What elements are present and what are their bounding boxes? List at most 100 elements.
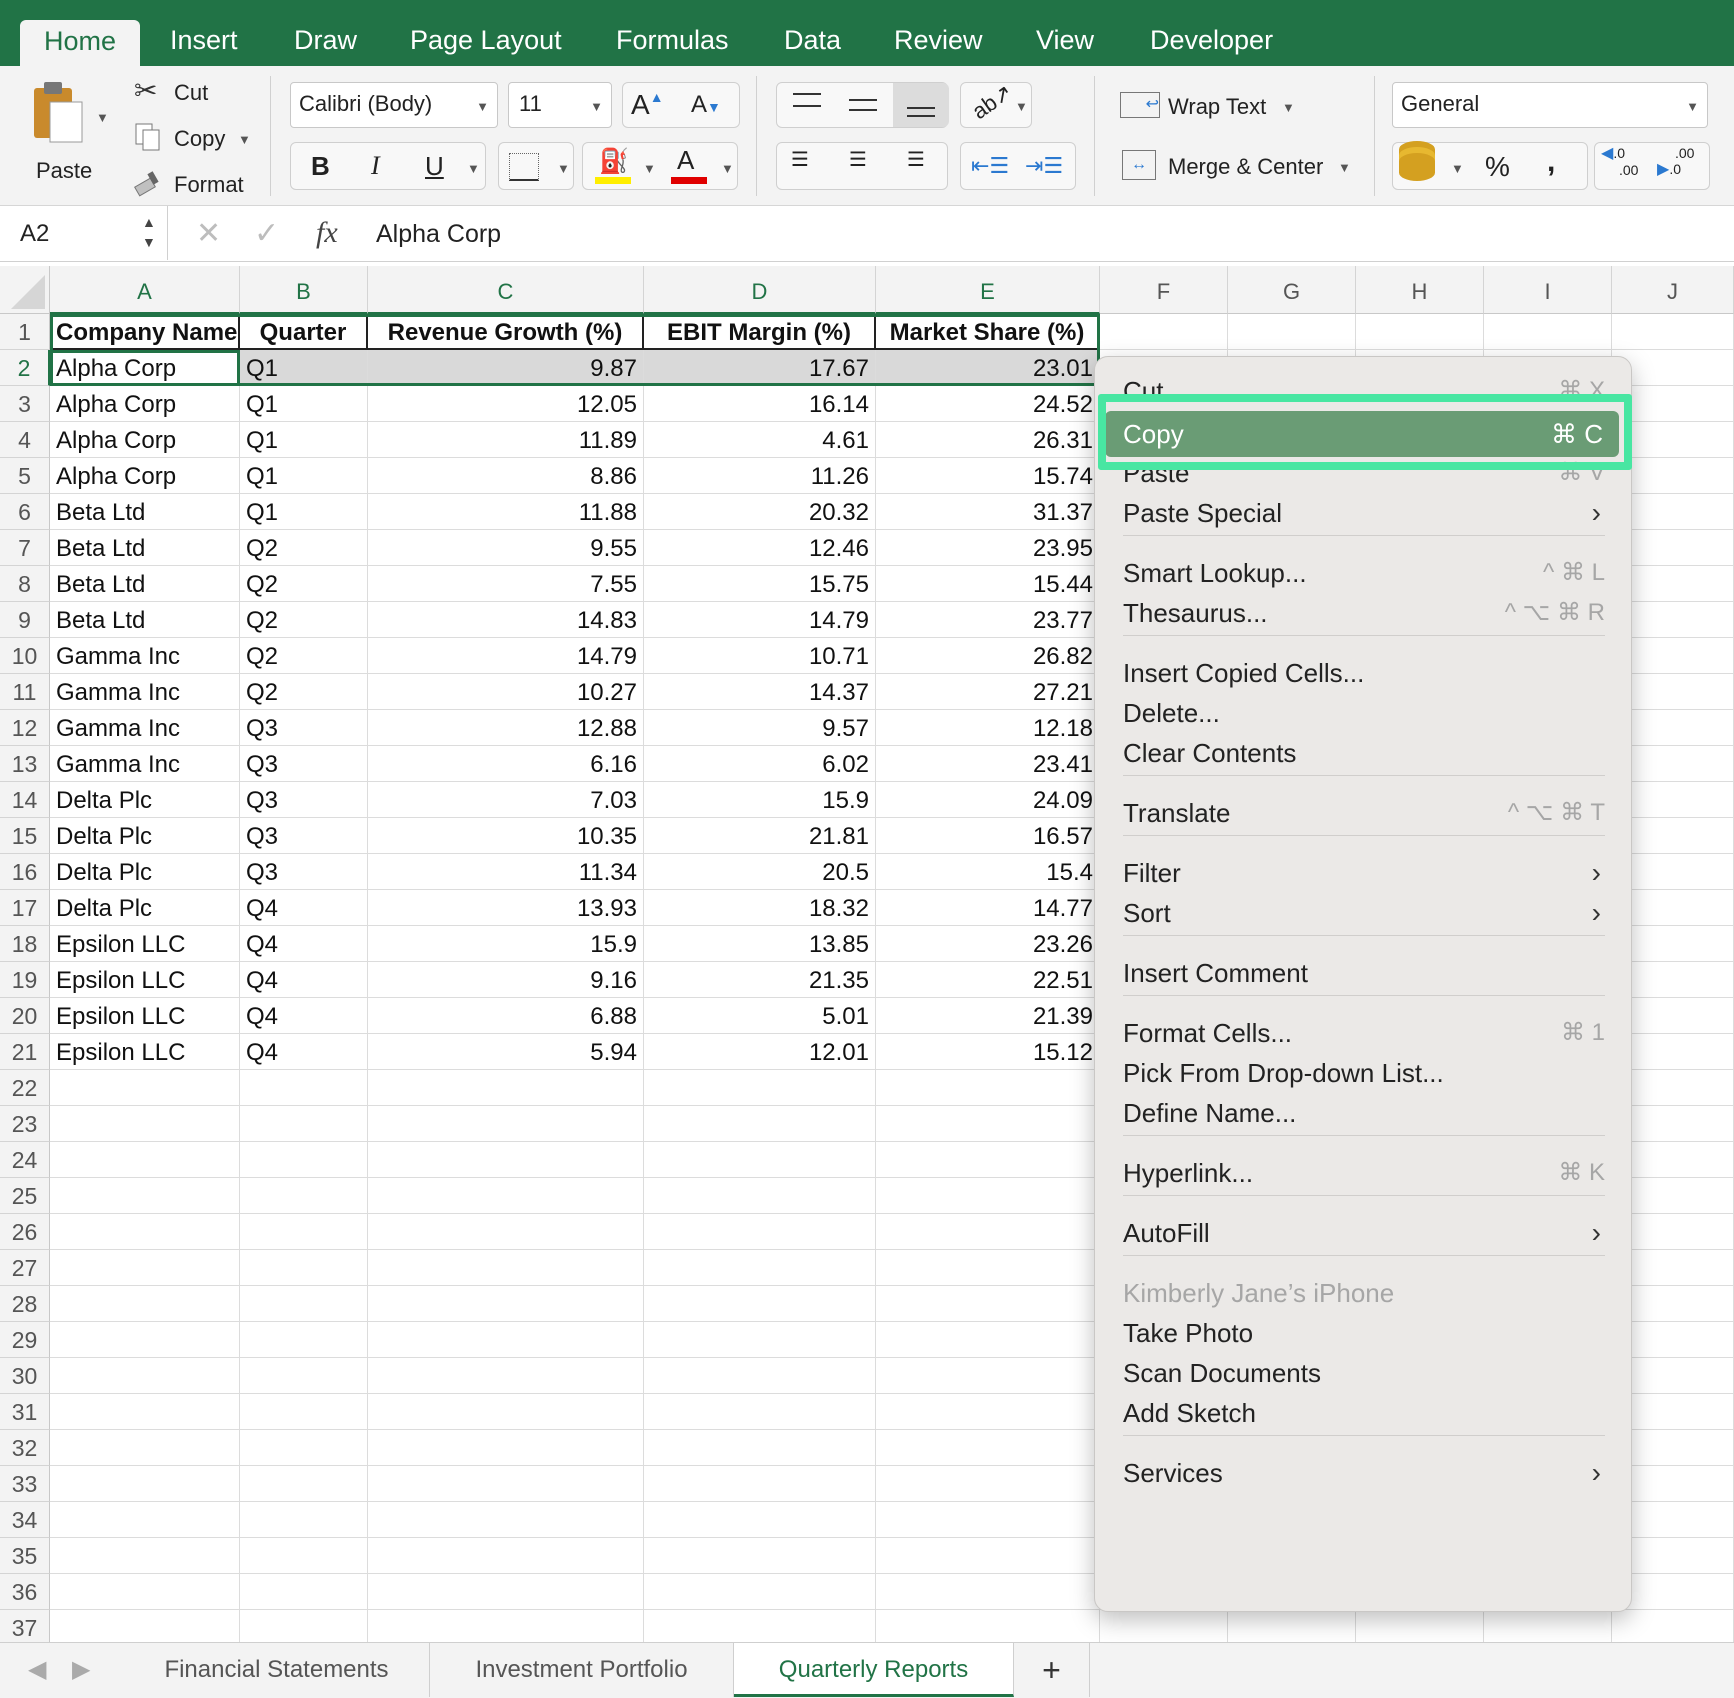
cell-c8[interactable]: 7.55 <box>368 566 644 602</box>
cell-c26[interactable] <box>368 1214 644 1250</box>
cell-d18[interactable]: 13.85 <box>644 926 876 962</box>
cell-c6[interactable]: 11.88 <box>368 494 644 530</box>
font-size-dropdown[interactable]: 11 ▼ <box>508 82 612 128</box>
sheet-tab-quarterly-reports[interactable]: Quarterly Reports <box>734 1643 1014 1697</box>
cell-d10[interactable]: 10.71 <box>644 638 876 674</box>
menu-item-define-name[interactable]: Define Name... <box>1123 1093 1605 1133</box>
cell-c4[interactable]: 11.89 <box>368 422 644 458</box>
align-right-button[interactable]: ☰ <box>907 150 925 170</box>
cell-e9[interactable]: 23.77 <box>876 602 1100 638</box>
cell-a31[interactable] <box>50 1394 240 1430</box>
row-header-12[interactable]: 12 <box>0 710 50 746</box>
name-box-stepper-icon[interactable]: ▲ ▼ <box>142 212 156 252</box>
menu-item-translate[interactable]: Translate ^ ⌥ ⌘ T <box>1123 793 1605 833</box>
row-header-35[interactable]: 35 <box>0 1538 50 1574</box>
cell-c15[interactable]: 10.35 <box>368 818 644 854</box>
cell-c13[interactable]: 6.16 <box>368 746 644 782</box>
row-header-8[interactable]: 8 <box>0 566 50 602</box>
cell-d21[interactable]: 12.01 <box>644 1034 876 1070</box>
cell-d5[interactable]: 11.26 <box>644 458 876 494</box>
cell-e32[interactable] <box>876 1430 1100 1466</box>
copy-button[interactable]: Copy ▼ <box>132 122 262 156</box>
cell-d11[interactable]: 14.37 <box>644 674 876 710</box>
cell-b24[interactable] <box>240 1142 368 1178</box>
cell-f37[interactable] <box>1100 1610 1228 1642</box>
cell-e13[interactable]: 23.41 <box>876 746 1100 782</box>
cell-b32[interactable] <box>240 1430 368 1466</box>
cell-c18[interactable]: 15.9 <box>368 926 644 962</box>
row-header-24[interactable]: 24 <box>0 1142 50 1178</box>
cut-button[interactable]: ✂ Cut <box>132 75 252 110</box>
cell-d35[interactable] <box>644 1538 876 1574</box>
menu-item-paste-special[interactable]: Paste Special › <box>1123 493 1605 533</box>
row-header-9[interactable]: 9 <box>0 602 50 638</box>
row-header-20[interactable]: 20 <box>0 998 50 1034</box>
row-header-32[interactable]: 32 <box>0 1430 50 1466</box>
cell-b19[interactable]: Q4 <box>240 962 368 998</box>
cell-b12[interactable]: Q3 <box>240 710 368 746</box>
cell-d22[interactable] <box>644 1070 876 1106</box>
cell-j37[interactable] <box>1612 1610 1734 1642</box>
row-header-14[interactable]: 14 <box>0 782 50 818</box>
cell-e28[interactable] <box>876 1286 1100 1322</box>
cell-c1[interactable]: Revenue Growth (%) <box>368 314 644 350</box>
cell-a30[interactable] <box>50 1358 240 1394</box>
cell-e23[interactable] <box>876 1106 1100 1142</box>
cell-b25[interactable] <box>240 1178 368 1214</box>
menu-item-add-sketch[interactable]: Add Sketch <box>1123 1393 1605 1433</box>
cell-c11[interactable]: 10.27 <box>368 674 644 710</box>
cell-c28[interactable] <box>368 1286 644 1322</box>
font-name-dropdown[interactable]: Calibri (Body) ▼ <box>290 82 498 128</box>
copy-dropdown-icon[interactable]: ▼ <box>238 132 251 147</box>
cell-a32[interactable] <box>50 1430 240 1466</box>
cell-c9[interactable]: 14.83 <box>368 602 644 638</box>
font-color-button[interactable]: A <box>669 145 709 187</box>
row-header-11[interactable]: 11 <box>0 674 50 710</box>
row-header-3[interactable]: 3 <box>0 386 50 422</box>
bold-button[interactable]: B <box>311 151 330 182</box>
borders-dropdown-icon[interactable]: ▼ <box>557 161 570 176</box>
cell-a36[interactable] <box>50 1574 240 1610</box>
row-header-25[interactable]: 25 <box>0 1178 50 1214</box>
menu-item-copy[interactable]: Copy ⌘ C <box>1105 411 1619 457</box>
cell-c21[interactable]: 5.94 <box>368 1034 644 1070</box>
menu-item-autofill[interactable]: AutoFill › <box>1123 1213 1605 1253</box>
cell-a3[interactable]: Alpha Corp <box>50 386 240 422</box>
cell-d19[interactable]: 21.35 <box>644 962 876 998</box>
cell-e12[interactable]: 12.18 <box>876 710 1100 746</box>
cell-c34[interactable] <box>368 1502 644 1538</box>
decrease-font-size-button[interactable]: A▼ <box>691 91 721 119</box>
cell-b22[interactable] <box>240 1070 368 1106</box>
cell-e31[interactable] <box>876 1394 1100 1430</box>
row-header-27[interactable]: 27 <box>0 1250 50 1286</box>
cell-b11[interactable]: Q2 <box>240 674 368 710</box>
cell-c31[interactable] <box>368 1394 644 1430</box>
cell-d23[interactable] <box>644 1106 876 1142</box>
italic-button[interactable]: I <box>371 151 380 181</box>
cell-e4[interactable]: 26.31 <box>876 422 1100 458</box>
cell-c16[interactable]: 11.34 <box>368 854 644 890</box>
cell-c27[interactable] <box>368 1250 644 1286</box>
cell-a16[interactable]: Delta Plc <box>50 854 240 890</box>
cell-c33[interactable] <box>368 1466 644 1502</box>
cell-b15[interactable]: Q3 <box>240 818 368 854</box>
sheet-tab-financial-statements[interactable]: Financial Statements <box>124 1643 430 1697</box>
cell-d30[interactable] <box>644 1358 876 1394</box>
cell-d20[interactable]: 5.01 <box>644 998 876 1034</box>
menu-item-services[interactable]: Services › <box>1123 1453 1605 1493</box>
cell-a5[interactable]: Alpha Corp <box>50 458 240 494</box>
cell-a13[interactable]: Gamma Inc <box>50 746 240 782</box>
cell-d16[interactable]: 20.5 <box>644 854 876 890</box>
underline-button[interactable]: U <box>425 151 444 182</box>
row-header-7[interactable]: 7 <box>0 530 50 566</box>
row-header-18[interactable]: 18 <box>0 926 50 962</box>
cell-e2[interactable]: 23.01 <box>876 350 1100 386</box>
enter-check-icon[interactable]: ✓ <box>254 216 279 251</box>
tab-draw[interactable]: Draw <box>294 0 357 66</box>
menu-item-scan-documents[interactable]: Scan Documents <box>1123 1353 1605 1393</box>
format-painter-button[interactable]: Format <box>132 168 262 202</box>
menu-item-sort[interactable]: Sort › <box>1123 893 1605 933</box>
cell-b18[interactable]: Q4 <box>240 926 368 962</box>
row-header-17[interactable]: 17 <box>0 890 50 926</box>
menu-item-hyperlink[interactable]: Hyperlink... ⌘ K <box>1123 1153 1605 1193</box>
